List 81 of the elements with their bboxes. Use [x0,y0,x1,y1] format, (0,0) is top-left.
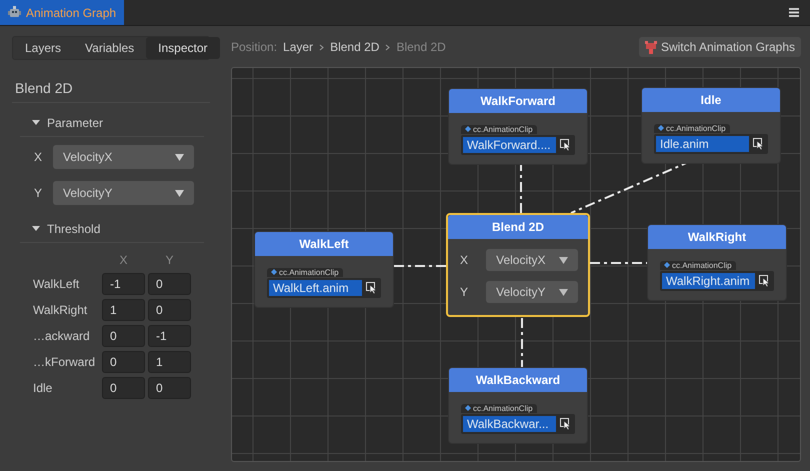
section-title: Threshold [47,222,100,236]
field-label: X [34,150,44,164]
asset-field[interactable]: Idle.anim [656,136,749,152]
graph-node[interactable]: WalkRight cc.AnimationClip WalkRight.anim [647,224,787,301]
number-field[interactable]: 0 [102,377,145,399]
asset-field[interactable]: WalkLeft.anim [269,280,362,296]
tab[interactable]: Inspector [146,37,220,59]
tab[interactable]: Variables [73,37,146,59]
field-label: Y [459,285,470,299]
pointer-icon[interactable] [366,282,377,294]
type-label: cc.AnimationClip [666,124,726,132]
dropdown[interactable]: VelocityY [486,281,578,303]
pointer-icon[interactable] [560,139,571,151]
dropdown[interactable]: VelocityX [486,249,578,271]
row-label: …ackward [33,329,91,343]
graph-node[interactable]: WalkForward cc.AnimationClip WalkForward.... [448,88,588,165]
connection-line [521,318,523,367]
dropdown[interactable]: VelocityX [53,145,194,169]
dropdown-arrow-icon [559,288,568,296]
type-label: cc.AnimationClip [672,260,732,270]
graph-canvas[interactable] [231,67,801,462]
column-header: Y [164,253,174,267]
breadcrumb-item[interactable]: Layer [283,40,314,54]
connection-line [590,262,647,264]
diamond-icon [271,269,277,275]
dropdown-arrow-icon [559,256,568,264]
tab[interactable]: Layers [13,37,74,59]
graph-node[interactable]: Idle cc.AnimationClip Idle.anim [641,87,781,164]
node-title: WalkForward [449,89,587,113]
connection-line [394,265,446,267]
dropdown-arrow-icon [175,154,184,160]
node-title: Blend 2D [448,215,588,239]
inspector-title: Blend 2D [12,80,210,103]
number-field[interactable]: 0 [148,377,191,399]
node-title: WalkRight [648,225,786,249]
type-label: cc.AnimationClip [473,404,533,412]
graph-node[interactable]: Blend 2D X VelocityX Y VelocityY [446,213,590,317]
asset-field[interactable]: WalkBackwar... [463,416,556,432]
row-label: Idle [33,381,54,395]
graph-node[interactable]: WalkLeft cc.AnimationClip WalkLeft.anim [254,231,394,308]
chevron-icon [319,44,324,50]
dropdown-arrow-icon [175,190,184,196]
window-title: Animation Graph [26,6,116,20]
number-field[interactable]: 0 [148,299,191,321]
node-title: WalkLeft [255,232,393,256]
breadcrumb-label: Position: [231,40,278,54]
type-label: cc.AnimationClip [279,268,339,276]
number-field[interactable]: 0 [102,351,145,373]
row-label: WalkLeft [33,277,80,291]
graph-node[interactable]: WalkBackward cc.AnimationClip WalkBackwar... [448,367,588,444]
breadcrumb-item[interactable]: Blend 2D [330,40,380,54]
number-field[interactable]: 0 [148,273,191,295]
number-field[interactable]: 0 [102,325,145,347]
row-label: …kForward [33,355,96,369]
node-title: Idle [642,88,780,112]
number-field[interactable]: 1 [148,351,191,373]
pointer-icon[interactable] [759,275,770,287]
diamond-icon [465,126,471,132]
field-label: Y [34,186,44,200]
caret-icon[interactable] [32,120,40,126]
switch-graphs-button[interactable]: Switch Animation Graphs [638,37,801,57]
diamond-icon [658,125,664,131]
column-header: X [118,253,128,267]
pointer-icon[interactable] [560,418,571,430]
pointer-icon[interactable] [753,138,764,150]
menu-icon[interactable] [789,8,799,17]
number-field[interactable]: -1 [102,273,145,295]
row-label: WalkRight [33,303,88,317]
asset-field[interactable]: WalkForward.... [463,137,556,153]
dropdown[interactable]: VelocityY [53,181,194,205]
type-label: cc.AnimationClip [473,124,533,134]
chevron-icon [385,44,390,50]
number-field[interactable]: 1 [102,299,145,321]
section-title: Parameter [47,116,104,130]
caret-icon[interactable] [32,226,40,232]
field-label: X [459,253,470,267]
number-field[interactable]: -1 [148,325,191,347]
diamond-icon [664,262,670,268]
diamond-icon [465,405,471,411]
node-title: WalkBackward [449,368,587,392]
asset-field[interactable]: WalkRight.anim [662,273,755,289]
